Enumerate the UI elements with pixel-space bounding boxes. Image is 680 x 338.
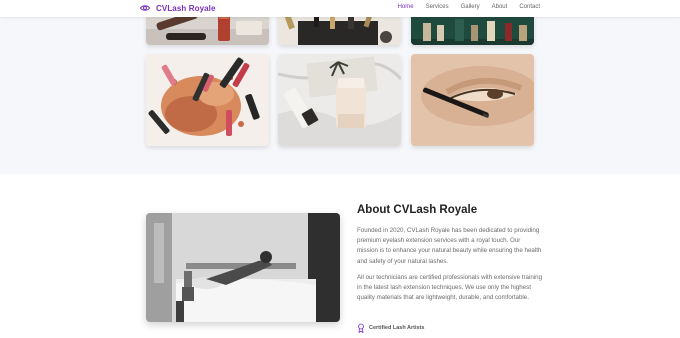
gallery-image-4: [146, 54, 269, 146]
nav-link-gallery[interactable]: Gallery: [461, 4, 480, 10]
about-title: About CVLash Royale: [357, 204, 478, 216]
gallery-image-crushed-eyeshadow[interactable]: [146, 54, 269, 146]
about-photo: [146, 213, 340, 322]
feature-label: Certified Lash Artists: [369, 325, 425, 331]
brand-logo[interactable]: CVLash Royale: [140, 3, 216, 13]
eye-icon: [140, 5, 150, 11]
nav-link-contact[interactable]: Contact: [519, 4, 540, 10]
gallery-image-eye-eyeliner[interactable]: [411, 54, 534, 146]
about-photo-image: [146, 213, 340, 322]
brand-name: CVLash Royale: [156, 3, 216, 13]
gallery-image-6: [411, 54, 534, 146]
about-paragraph-2: All our technicians are certified profes…: [357, 274, 543, 302]
nav-link-services[interactable]: Services: [426, 4, 449, 10]
about-paragraph-1: Founded in 2020, CVLash Royale has been …: [357, 227, 542, 265]
gallery-image-5: [278, 54, 401, 146]
gallery-section: [0, 11, 680, 174]
navbar: CVLash Royale Home Services Gallery Abou…: [0, 0, 680, 17]
nav-links: Home Services Gallery About Contact: [398, 4, 540, 10]
nav-link-home[interactable]: Home: [398, 4, 414, 10]
feature-certified: Certified Lash Artists: [357, 323, 424, 333]
gallery-image-skincare-bottles[interactable]: [278, 54, 401, 146]
award-icon: [358, 323, 364, 333]
nav-link-about[interactable]: About: [492, 4, 508, 10]
